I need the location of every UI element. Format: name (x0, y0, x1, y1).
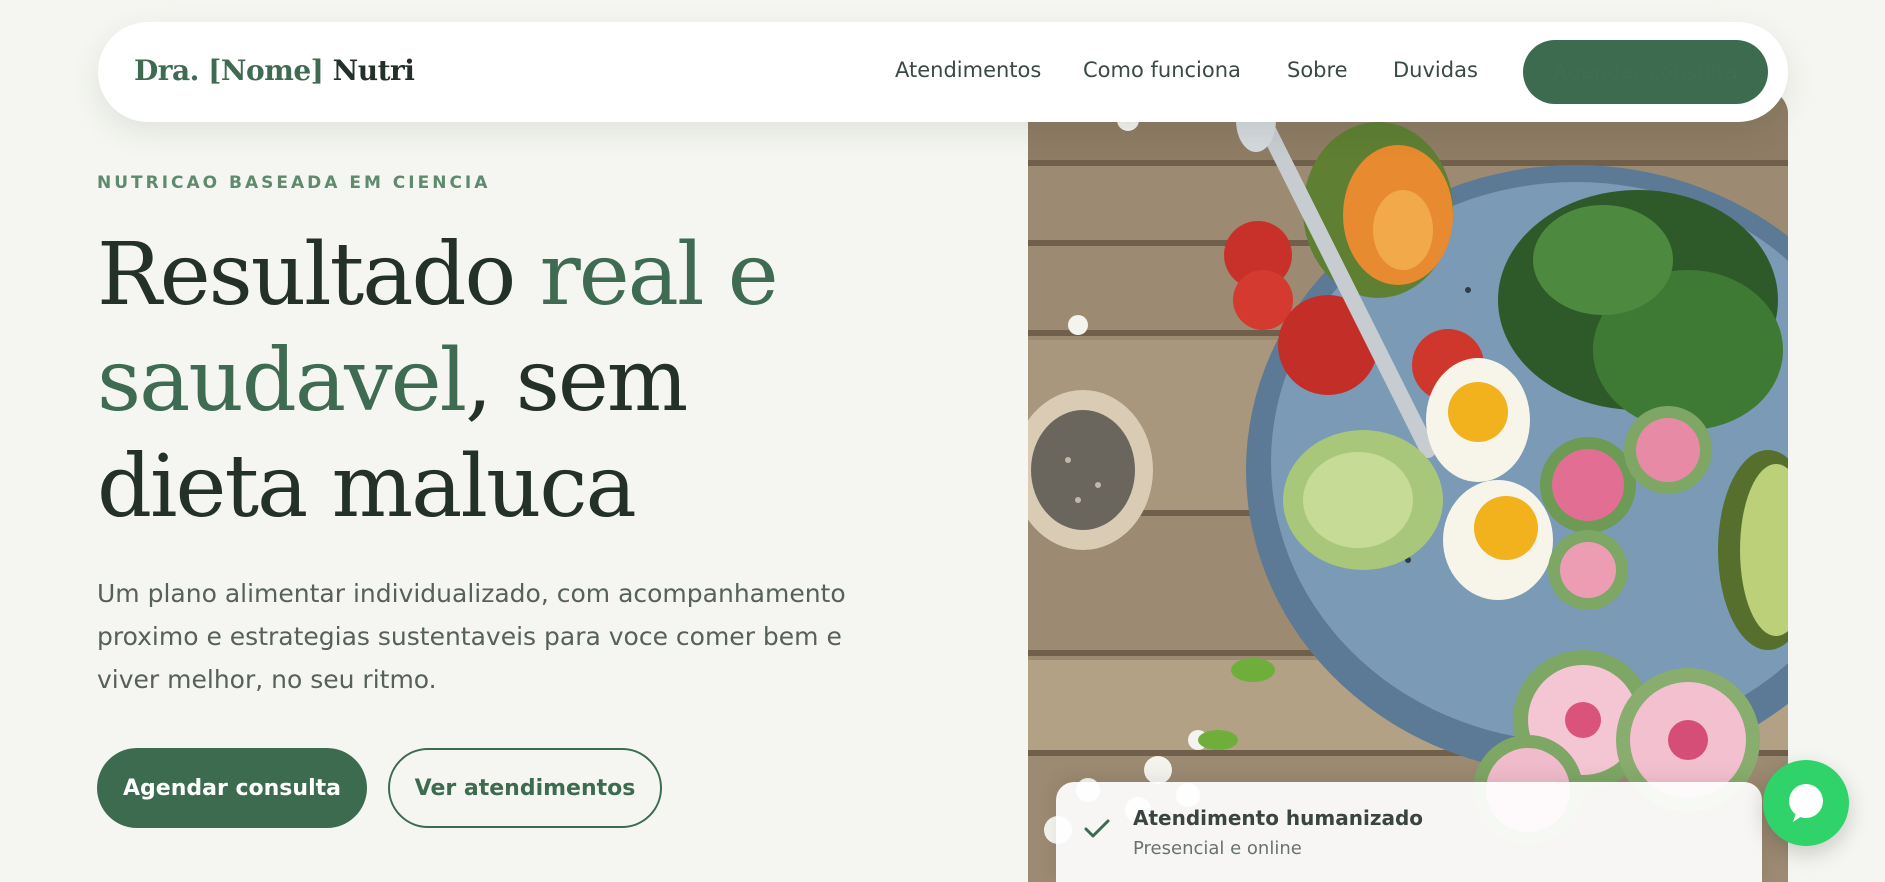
nav-schedule-button[interactable]: Agendar consulta (1523, 40, 1768, 104)
hero-headline: Resultado real e saudavel, sem dieta mal… (97, 222, 917, 540)
check-icon (1084, 819, 1110, 838)
view-services-button[interactable]: Ver atendimentos (388, 748, 662, 828)
whatsapp-chat-button[interactable] (1763, 760, 1849, 846)
card-title: Atendimento humanizado (1133, 806, 1424, 830)
brand-logo[interactable]: Dra. [Nome] Nutri (134, 54, 415, 87)
salad-bowl-illustration (1028, 90, 1788, 882)
schedule-consult-button[interactable]: Agendar consulta (97, 748, 367, 828)
humanized-care-card: Atendimento humanizado Presencial e onli… (1056, 782, 1762, 882)
brand-name-accent: Dra. [Nome] (134, 54, 324, 87)
whatsapp-chat-icon (1789, 784, 1823, 822)
nav-link-atendimentos[interactable]: Atendimentos (895, 58, 1041, 82)
hero-food-image (1028, 90, 1788, 882)
hero-eyebrow: NUTRICAO BASEADA EM CIENCIA (97, 173, 491, 193)
nav-link-como-funciona[interactable]: Como funciona (1083, 58, 1241, 82)
headline-part-1: Resultado (97, 225, 540, 325)
brand-name-main: Nutri (332, 54, 415, 87)
hero-lead: Um plano alimentar individualizado, com … (97, 579, 846, 694)
top-navbar: Dra. [Nome] Nutri Atendimentos Como func… (98, 22, 1788, 122)
nav-link-duvidas[interactable]: Duvidas (1393, 58, 1478, 82)
nav-link-sobre[interactable]: Sobre (1287, 58, 1348, 82)
card-subtitle: Presencial e online (1133, 838, 1302, 859)
